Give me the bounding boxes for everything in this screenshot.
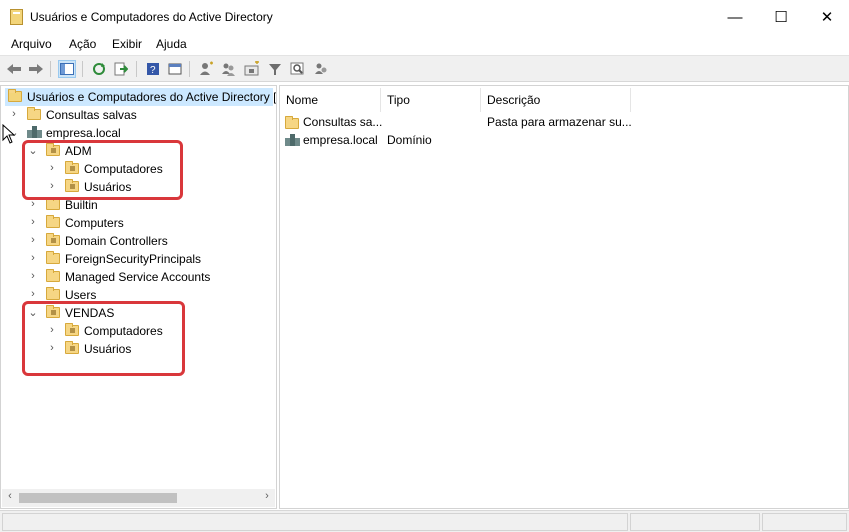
- folder-icon: [285, 116, 299, 129]
- tree-item-label: empresa.local: [46, 126, 121, 140]
- tree-item-label: Builtin: [65, 198, 98, 212]
- tree-item-label: ForeignSecurityPrincipals: [65, 252, 202, 266]
- forward-icon[interactable]: [27, 60, 45, 78]
- chevron-right-icon[interactable]: ›: [28, 270, 38, 282]
- highlight-box-vendas: [22, 301, 185, 376]
- menu-ajuda[interactable]: Ajuda: [156, 37, 187, 51]
- domain-icon: [285, 134, 300, 147]
- folder-icon: [46, 197, 60, 210]
- list-item-description: Pasta para armazenar su...: [487, 115, 632, 129]
- help-icon[interactable]: ?: [144, 60, 162, 78]
- scrollbar-thumb[interactable]: [19, 493, 177, 503]
- chevron-right-icon[interactable]: ›: [9, 108, 19, 120]
- column-header-descricao[interactable]: Descrição: [481, 88, 631, 112]
- status-bar: [0, 510, 849, 532]
- properties-icon[interactable]: [166, 60, 184, 78]
- status-segment: [630, 513, 760, 531]
- toolbar-separator: [136, 61, 137, 77]
- menu-exibir[interactable]: Exibir: [112, 37, 142, 51]
- app-icon: [10, 9, 23, 25]
- add-ou-icon[interactable]: [243, 60, 261, 78]
- list-item[interactable]: Consultas sa...: [285, 115, 385, 131]
- scroll-left-icon[interactable]: ‹: [3, 490, 17, 502]
- tree-item-foreign-security-principals[interactable]: › ForeignSecurityPrincipals: [1, 250, 271, 268]
- chevron-right-icon[interactable]: ›: [28, 216, 38, 228]
- export-list-icon[interactable]: [112, 60, 130, 78]
- tree-root-label: Usuários e Computadores do Active Direct…: [27, 90, 277, 104]
- folder-icon: [27, 107, 41, 120]
- tree-item-managed-service-accounts[interactable]: › Managed Service Accounts: [1, 268, 271, 286]
- scroll-right-icon[interactable]: ›: [260, 490, 274, 502]
- folder-icon: [46, 287, 60, 300]
- tree-item-label: Managed Service Accounts: [65, 270, 211, 284]
- ad-root-icon: [8, 89, 22, 102]
- list-item-name: Consultas sa...: [303, 115, 383, 129]
- add-to-group-icon[interactable]: [312, 60, 330, 78]
- horizontal-scrollbar[interactable]: ‹ ›: [2, 489, 275, 507]
- add-group-icon[interactable]: [220, 60, 238, 78]
- column-header-tipo[interactable]: Tipo: [381, 88, 481, 112]
- svg-text:?: ?: [150, 65, 156, 76]
- tree-item-label: Consultas salvas: [46, 108, 137, 122]
- refresh-icon[interactable]: [90, 60, 108, 78]
- column-header-nome[interactable]: Nome: [280, 88, 381, 112]
- back-icon[interactable]: [5, 60, 23, 78]
- status-segment: [762, 513, 847, 531]
- chevron-right-icon[interactable]: ›: [28, 288, 38, 300]
- toolbar-separator: [82, 61, 83, 77]
- chevron-right-icon[interactable]: ›: [28, 234, 38, 246]
- toolbar-separator: [50, 61, 51, 77]
- close-button[interactable]: ✕: [804, 0, 849, 34]
- ou-folder-icon: [46, 233, 60, 246]
- tree-item-label: Domain Controllers: [65, 234, 168, 248]
- title-bar: Usuários e Computadores do Active Direct…: [0, 0, 849, 34]
- tree-item-label: Computers: [65, 216, 124, 230]
- tree-item-saved-queries[interactable]: › Consultas salvas: [1, 106, 271, 124]
- list-item-type: Domínio: [387, 133, 432, 147]
- maximize-button[interactable]: ☐: [758, 0, 804, 34]
- minimize-button[interactable]: —: [712, 0, 758, 34]
- domain-icon: [27, 126, 42, 139]
- menu-arquivo[interactable]: Arquivo: [11, 37, 52, 51]
- tree-item-label: Users: [65, 288, 97, 302]
- tree-root-item[interactable]: Usuários e Computadores do Active Direct…: [5, 88, 277, 106]
- chevron-right-icon[interactable]: ›: [28, 252, 38, 264]
- list-item[interactable]: empresa.local: [285, 133, 385, 149]
- toolbar: ?: [0, 55, 849, 82]
- folder-icon: [46, 251, 60, 264]
- menu-acao[interactable]: Ação: [69, 37, 96, 51]
- find-icon[interactable]: [289, 60, 307, 78]
- tree-item-computers[interactable]: › Computers: [1, 214, 271, 232]
- tree-item-domain-controllers[interactable]: › Domain Controllers: [1, 232, 271, 250]
- folder-icon: [46, 269, 60, 282]
- highlight-box-adm: [22, 140, 183, 200]
- add-user-icon[interactable]: [197, 60, 215, 78]
- folder-icon: [46, 215, 60, 228]
- toolbar-separator: [189, 61, 190, 77]
- status-segment: [2, 513, 628, 531]
- list-item-name: empresa.local: [303, 133, 378, 147]
- filter-icon[interactable]: [266, 60, 284, 78]
- details-list[interactable]: Nome Tipo Descrição Consultas sa... Past…: [279, 85, 849, 509]
- show-hide-console-tree-icon[interactable]: [58, 60, 76, 78]
- mouse-cursor-icon: [2, 124, 16, 144]
- window-title: Usuários e Computadores do Active Direct…: [30, 10, 273, 24]
- console-tree[interactable]: Usuários e Computadores do Active Direct…: [0, 85, 277, 509]
- menu-bar: Arquivo Ação Exibir Ajuda: [0, 34, 849, 54]
